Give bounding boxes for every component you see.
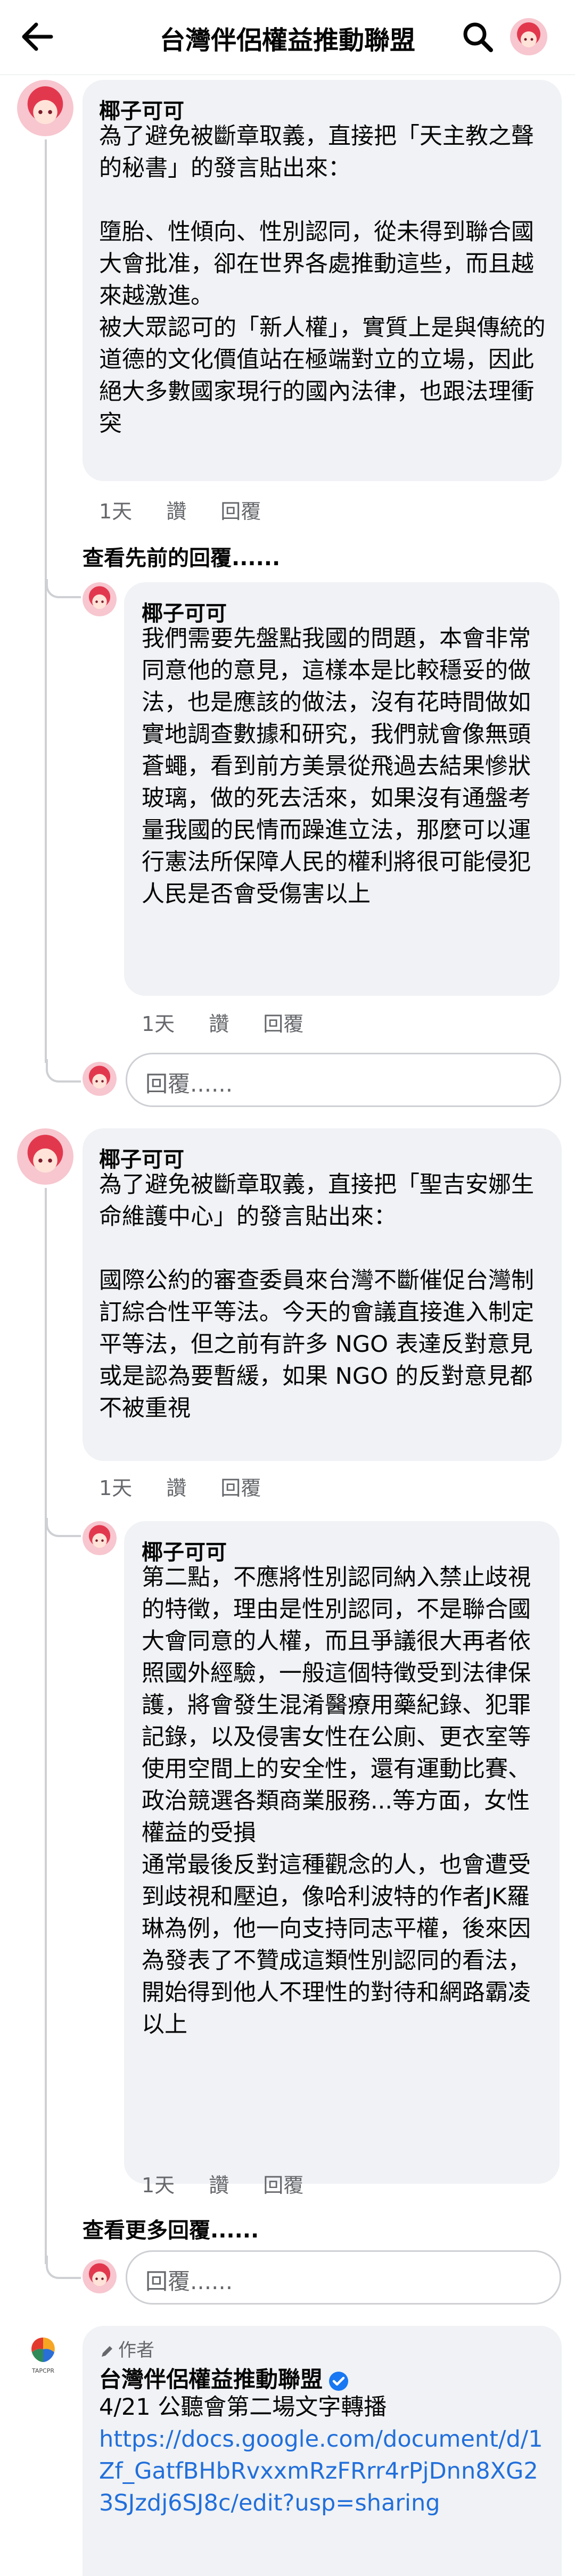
logo-text: TAPCPR: [31, 2367, 54, 2374]
thread-connector: [45, 1188, 47, 2264]
thread-connector: [45, 139, 47, 1063]
comment-actions: 1天 讚 回覆: [99, 495, 295, 524]
comment-paragraph: 國際公約的審查委員來台灣不斷催促台灣制訂綜合性平等法。今天的會議直接進入制定平等…: [99, 1267, 534, 1422]
comment-time: 1天: [99, 1476, 133, 1500]
avatar[interactable]: [83, 1521, 117, 1555]
reply-button[interactable]: 回覆: [263, 1012, 303, 1036]
avatar[interactable]: [17, 80, 73, 136]
author-tag-label: 作者: [118, 2340, 154, 2361]
avatar[interactable]: [83, 582, 117, 616]
comment-text: 第二點，不應將性別認同納入禁止歧視的特徵，理由是性別認同，不是聯合國大會同意的人…: [142, 1562, 547, 2041]
reply-connector: [46, 579, 81, 598]
comment-paragraph: 通常最後反對這種觀念的人，也會遭受到歧視和壓迫，像哈利波特的作者JK羅琳為例，他…: [142, 1852, 531, 2006]
comment-text: 為了避免被斷章取義，直接把「天主教之聲的秘書」的發言貼出來： 墮胎、性傾向、性別…: [99, 120, 546, 440]
reply-connector: [46, 1518, 81, 1537]
document-link[interactable]: https://docs.google.com/document/d/1Zf_G…: [99, 2423, 546, 2519]
top-app-bar: 台灣伴侶權益推動聯盟: [0, 0, 575, 75]
reply-button[interactable]: 回覆: [263, 2174, 303, 2197]
comment-paragraph: 被大眾認可的「新人權」，實質上是與傳統的道德的文化價值站在極端對立的立場，因此絕…: [99, 315, 546, 437]
view-more-replies[interactable]: 查看更多回覆......: [83, 2213, 259, 2244]
author-tag: 作者: [99, 2335, 154, 2362]
reply-button[interactable]: 回覆: [220, 500, 261, 523]
page-logo[interactable]: TAPCPR: [14, 2326, 72, 2384]
comment-text: 我們需要先盤點我國的問題，本會非常同意他的意見，這樣本是比較穩妥的做法，也是應該…: [142, 623, 547, 910]
comment-author[interactable]: 台灣伴侶權益推動聯盟: [99, 2362, 349, 2394]
avatar: [83, 2259, 117, 2293]
comment-actions: 1天 讚 回覆: [142, 2169, 338, 2198]
comment-paragraph: 我們需要先盤點我國的問題，本會非常同意他的意見，這樣本是比較穩妥的做法，也是應該…: [142, 625, 531, 907]
reply-input[interactable]: 回覆......: [126, 1053, 561, 1107]
verified-badge-icon: [329, 2371, 349, 2391]
comment-time: 1天: [142, 1012, 175, 1036]
like-button[interactable]: 讚: [209, 2174, 229, 2197]
author-name[interactable]: 台灣伴侶權益推動聯盟: [99, 2366, 323, 2392]
comment-paragraph: 為了避免被斷章取義，直接把「天主教之聲的秘書」的發言貼出來：: [99, 123, 534, 181]
pencil-icon: [102, 2346, 112, 2357]
reply-input-placeholder: 回覆......: [145, 2268, 233, 2294]
reply-button[interactable]: 回覆: [220, 1476, 261, 1500]
reply-input[interactable]: 回覆......: [126, 2250, 561, 2305]
reply-connector: [46, 1059, 81, 1083]
comment-paragraph: 第二點，不應將性別認同納入禁止歧視的特徵，理由是性別認同，不是聯合國大會同意的人…: [142, 1564, 531, 1846]
like-button[interactable]: 讚: [166, 1476, 186, 1500]
comment-paragraph: 為了避免被斷章取義，直接把「聖吉安娜生命維護中心」的發言貼出來：: [99, 1171, 534, 1230]
comment-time: 1天: [99, 500, 133, 523]
comment-paragraph: 墮胎、性傾向、性別認同，從未得到聯合國大會批准，卻在世界各處推動這些，而且越來越…: [99, 219, 534, 309]
search-icon[interactable]: [461, 20, 494, 53]
view-previous-replies[interactable]: 查看先前的回覆......: [83, 541, 280, 572]
comment-text: 4/21 公聽會第二場文字轉播 https://docs.google.com/…: [99, 2391, 546, 2519]
comment-time: 1天: [142, 2174, 175, 2197]
comment-paragraph: 以上: [142, 2011, 187, 2038]
profile-avatar[interactable]: [510, 18, 547, 55]
avatar[interactable]: [17, 1128, 73, 1185]
comment-actions: 1天 讚 回覆: [99, 1472, 295, 1501]
reply-input-placeholder: 回覆......: [145, 1071, 233, 1097]
reply-connector: [46, 2256, 81, 2279]
comment-actions: 1天 讚 回覆: [142, 1008, 338, 1037]
comment-text: 為了避免被斷章取義，直接把「聖吉安娜生命維護中心」的發言貼出來： 國際公約的審查…: [99, 1169, 546, 1424]
post-line: 4/21 公聽會第二場文字轉播: [99, 2394, 387, 2421]
like-button[interactable]: 讚: [166, 500, 186, 523]
avatar: [83, 1062, 117, 1096]
like-button[interactable]: 讚: [209, 1012, 229, 1036]
